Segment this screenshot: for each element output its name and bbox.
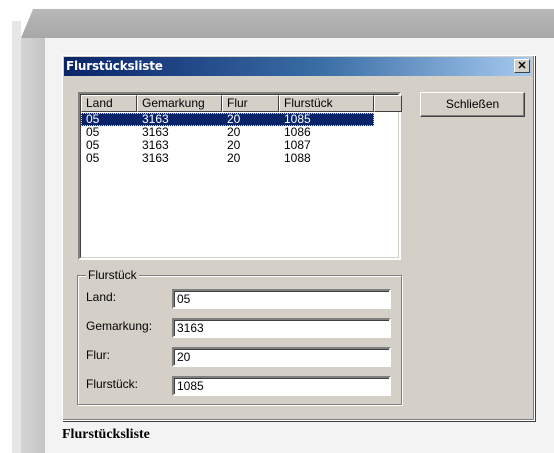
column-header-land[interactable]: Land <box>81 95 137 112</box>
flur-field[interactable]: 20 <box>172 347 391 367</box>
listview-header: Land Gemarkung Flur Flurstück <box>81 95 374 112</box>
land-field[interactable]: 05 <box>172 289 391 309</box>
frame-bevel-left <box>21 38 45 453</box>
cell-flur: 20 <box>227 151 241 165</box>
flurstueck-listview[interactable]: Land Gemarkung Flur Flurstück 05 3163 20… <box>78 92 402 260</box>
column-header-flur[interactable]: Flur <box>222 95 279 112</box>
groupbox-label: Flurstück <box>86 268 139 282</box>
column-header-flurstueck[interactable]: Flurstück <box>279 95 374 112</box>
flurstueck-label: Flurstück: <box>86 377 139 391</box>
land-label: Land: <box>86 290 117 304</box>
listview-body: Land Gemarkung Flur Flurstück 05 3163 20… <box>80 94 402 258</box>
flur-label: Flur: <box>86 348 110 362</box>
gemarkung-field[interactable]: 3163 <box>172 318 391 338</box>
figure-caption: Flurstücksliste <box>62 427 150 442</box>
flurstueck-groupbox: Flurstück Land: 05 Gemarkung: 3163 Flur:… <box>77 268 402 405</box>
gemarkung-label: Gemarkung: <box>86 319 153 333</box>
window-title: Flurstücksliste <box>66 59 163 73</box>
frame-bevel-top <box>21 9 554 38</box>
dialog-window: Flurstücksliste ✕ Land Gemarkung Flur Fl… <box>62 55 535 421</box>
window-close-button[interactable]: ✕ <box>514 59 530 73</box>
title-bar[interactable]: Flurstücksliste ✕ <box>64 57 532 76</box>
table-row[interactable]: 05 3163 20 1088 <box>81 152 374 165</box>
cell-gemarkung: 3163 <box>142 151 169 165</box>
frame-shadow <box>12 21 21 453</box>
listview-header-filler <box>374 95 402 112</box>
close-icon: ✕ <box>517 59 527 72</box>
column-header-gemarkung[interactable]: Gemarkung <box>137 95 222 112</box>
flurstueck-field[interactable]: 1085 <box>172 376 391 396</box>
schliessen-button[interactable]: Schließen <box>420 92 525 117</box>
cell-land: 05 <box>86 151 100 165</box>
cell-flurstueck: 1088 <box>284 151 311 165</box>
